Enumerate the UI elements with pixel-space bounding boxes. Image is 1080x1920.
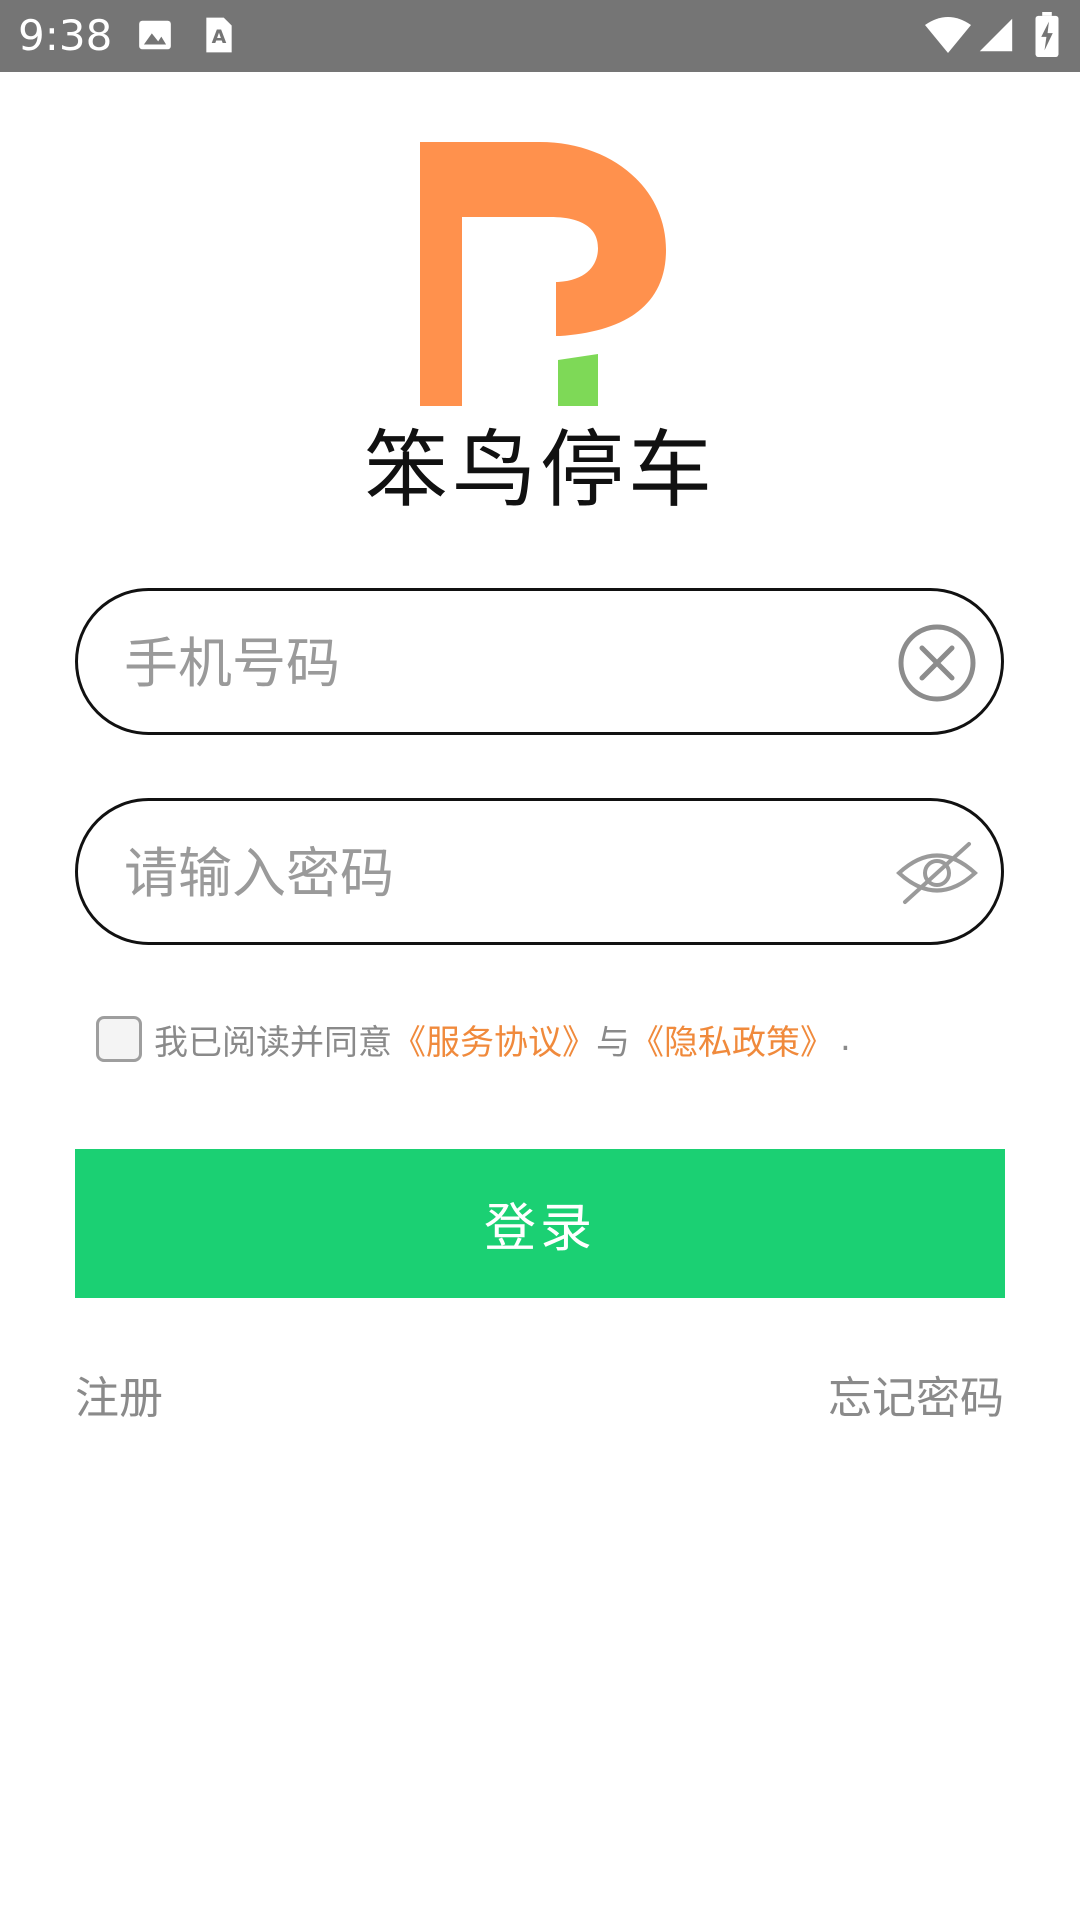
phone-input[interactable]	[124, 613, 844, 713]
agreement-connector: 与	[596, 1022, 630, 1063]
agreement-checkbox[interactable]	[96, 1016, 142, 1062]
eye-off-icon[interactable]	[887, 823, 987, 923]
password-input[interactable]	[124, 823, 844, 923]
agreement-suffix: .	[840, 1019, 851, 1059]
text-a-icon: A	[202, 16, 236, 58]
status-bar: 9:38 A	[0, 0, 1080, 72]
password-field[interactable]	[75, 798, 1004, 945]
signal-icon	[978, 16, 1014, 58]
forgot-password-link[interactable]: 忘记密码	[828, 1362, 1004, 1426]
privacy-policy-link[interactable]: 《隐私政策》	[630, 1015, 834, 1064]
battery-charging-icon	[1034, 12, 1060, 62]
register-link[interactable]: 注册	[75, 1362, 163, 1426]
agreement-prefix: 我已阅读并同意	[154, 1022, 392, 1063]
login-button-label: 登录	[483, 1199, 596, 1259]
image-icon	[136, 16, 174, 58]
clear-circle-icon[interactable]	[887, 613, 987, 713]
wifi-icon	[924, 14, 972, 60]
service-agreement-link[interactable]: 《服务协议》	[392, 1015, 596, 1064]
login-button[interactable]: 登录	[75, 1149, 1005, 1298]
app-logo	[420, 142, 666, 408]
agreement-row: 我已阅读并同意 《服务协议》 与 《隐私政策》 .	[96, 1014, 851, 1064]
app-name: 笨鸟停车	[363, 421, 716, 519]
status-time: 9:38	[18, 11, 113, 60]
svg-text:A: A	[212, 26, 227, 48]
phone-field[interactable]	[75, 588, 1004, 735]
